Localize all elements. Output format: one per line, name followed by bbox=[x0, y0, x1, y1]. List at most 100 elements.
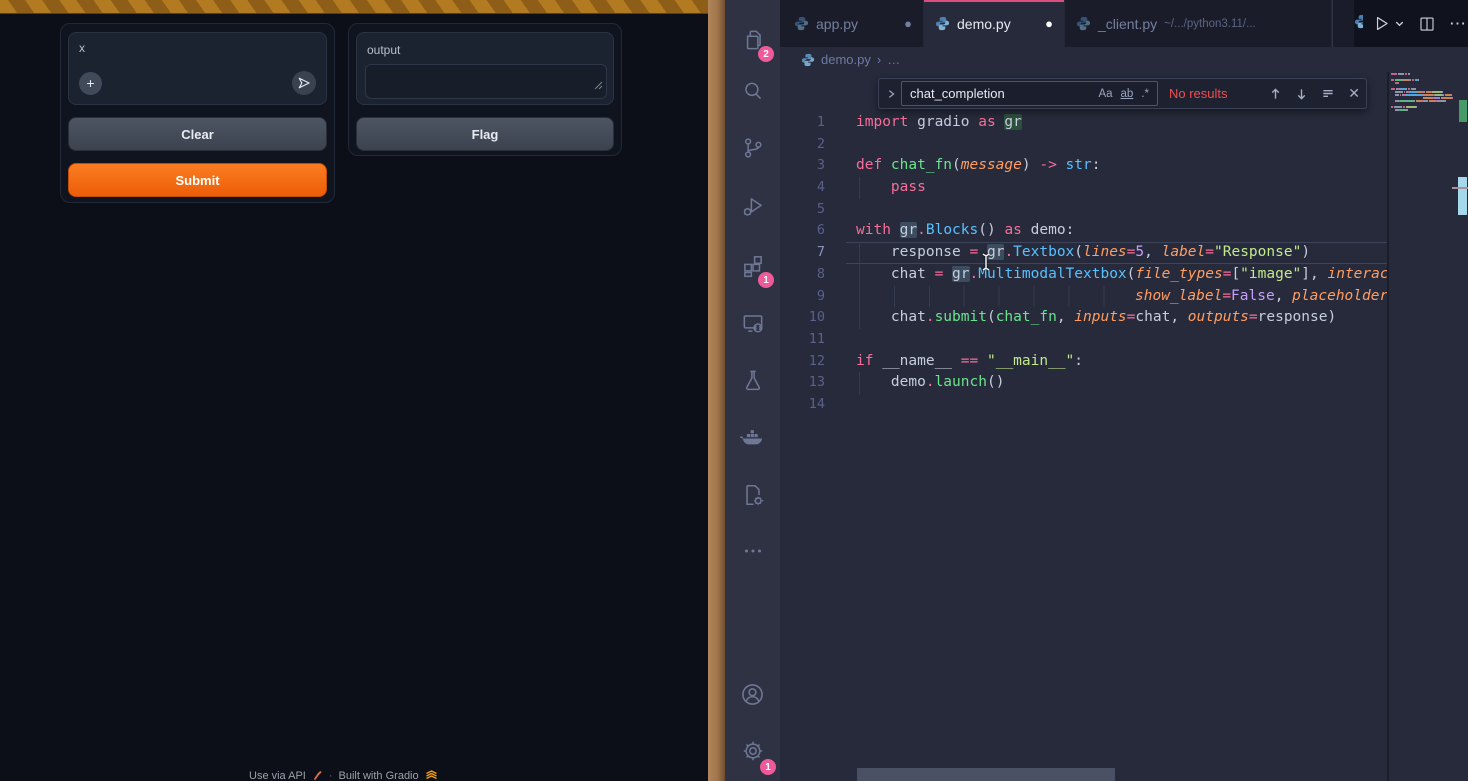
tabbar-separator bbox=[1332, 0, 1333, 47]
find-close-button[interactable]: ✕ bbox=[1348, 85, 1360, 102]
code-text bbox=[846, 199, 856, 221]
code-line-10[interactable]: 10 chat.submit(chat_fn, inputs=chat, out… bbox=[780, 307, 1387, 329]
find-expand-toggle[interactable] bbox=[883, 88, 899, 100]
sidebar-item-explorer[interactable]: 2 bbox=[725, 17, 780, 63]
code-line-4[interactable]: 4 pass bbox=[780, 177, 1387, 199]
line-number[interactable]: 9 bbox=[780, 286, 846, 308]
sidebar-item-task-config[interactable] bbox=[725, 472, 780, 518]
built-with-gradio-link[interactable]: Built with Gradio bbox=[339, 770, 419, 781]
tab-app-py[interactable]: app.py ● bbox=[783, 0, 924, 47]
sidebar-item-testing[interactable] bbox=[725, 357, 780, 403]
submit-button[interactable]: Submit bbox=[68, 163, 327, 197]
overview-ruler[interactable] bbox=[1458, 0, 1468, 781]
gradio-footer: Use via API · Built with Gradio bbox=[249, 768, 438, 781]
clear-button[interactable]: Clear bbox=[68, 117, 327, 151]
sidebar-item-remote-explorer[interactable] bbox=[725, 300, 780, 346]
send-button[interactable] bbox=[292, 71, 316, 95]
breadcrumb-more[interactable]: … bbox=[887, 52, 900, 67]
tab-demo-py[interactable]: demo.py ● bbox=[924, 0, 1065, 47]
code-editor[interactable]: 1import gradio as gr23def chat_fn(messag… bbox=[780, 72, 1387, 781]
code-text: pass bbox=[846, 177, 926, 199]
line-number[interactable]: 2 bbox=[780, 134, 846, 156]
modified-dot[interactable]: ● bbox=[1045, 19, 1053, 29]
code-line-2[interactable]: 2 bbox=[780, 134, 1387, 156]
minimap-border bbox=[1387, 72, 1389, 781]
code-line-11[interactable]: 11 bbox=[780, 329, 1387, 351]
output-textarea[interactable] bbox=[365, 64, 607, 99]
line-number[interactable]: 4 bbox=[780, 177, 846, 199]
ruler-visible-range-marker bbox=[1458, 177, 1467, 215]
input-group: x + Clear Submit bbox=[60, 23, 335, 203]
line-number[interactable]: 11 bbox=[780, 329, 846, 351]
find-next-button[interactable] bbox=[1295, 87, 1308, 101]
line-number[interactable]: 6 bbox=[780, 220, 846, 242]
multimodal-textbox[interactable]: x + bbox=[68, 32, 327, 105]
line-number[interactable]: 13 bbox=[780, 372, 846, 394]
code-text bbox=[846, 394, 856, 416]
line-number[interactable]: 14 bbox=[780, 394, 846, 416]
sidebar-item-source-control[interactable] bbox=[725, 125, 780, 171]
code-line-1[interactable]: 1import gradio as gr bbox=[780, 112, 1387, 134]
code-line-12[interactable]: 12if __name__ == "__main__": bbox=[780, 351, 1387, 373]
breadcrumb[interactable]: demo.py › … bbox=[780, 47, 1468, 72]
horizontal-scrollbar[interactable] bbox=[857, 768, 1115, 781]
file-gear-icon bbox=[740, 482, 766, 508]
sidebar-item-run-debug[interactable] bbox=[725, 184, 780, 230]
code-line-6[interactable]: 6with gr.Blocks() as demo: bbox=[780, 220, 1387, 242]
match-case-toggle[interactable]: Aa bbox=[1094, 87, 1116, 101]
resize-handle[interactable] bbox=[594, 77, 603, 95]
split-editor-icon bbox=[1418, 15, 1436, 33]
code-line-5[interactable]: 5 bbox=[780, 199, 1387, 221]
line-number[interactable]: 3 bbox=[780, 155, 846, 177]
settings-button[interactable]: 1 bbox=[725, 728, 780, 774]
flag-button[interactable]: Flag bbox=[356, 117, 614, 151]
use-via-api-link[interactable]: Use via API bbox=[249, 770, 306, 781]
ruler-selection-marker bbox=[1459, 100, 1467, 122]
code-line-14[interactable]: 14 bbox=[780, 394, 1387, 416]
code-text: chat = gr.MultimodalTextbox(file_types=[… bbox=[846, 264, 1387, 286]
line-number[interactable]: 1 bbox=[780, 112, 846, 134]
tab-client-py[interactable]: _client.py ~/.../python3.11/... bbox=[1065, 0, 1332, 47]
find-previous-button[interactable] bbox=[1269, 87, 1282, 101]
progress-stripe-bar bbox=[0, 0, 710, 14]
chevron-down-icon bbox=[1394, 18, 1405, 29]
python-icon bbox=[935, 16, 950, 31]
find-in-selection-button[interactable] bbox=[1321, 87, 1335, 100]
minimap[interactable] bbox=[1391, 73, 1455, 115]
code-line-9[interactable]: 9show_label=False, placeholder= bbox=[780, 286, 1387, 308]
attach-file-button[interactable]: + bbox=[79, 72, 102, 95]
account-button[interactable] bbox=[725, 671, 780, 717]
sidebar-item-extensions[interactable]: 1 bbox=[725, 243, 780, 289]
code-line-13[interactable]: 13 demo.launch() bbox=[780, 372, 1387, 394]
line-number[interactable]: 7 bbox=[780, 242, 846, 264]
editor-actions: ⋯ bbox=[1354, 0, 1468, 47]
run-debug-icon bbox=[740, 194, 766, 220]
regex-toggle[interactable]: .* bbox=[1137, 87, 1153, 101]
line-number[interactable]: 8 bbox=[780, 264, 846, 286]
find-input[interactable] bbox=[910, 86, 1094, 101]
send-icon bbox=[296, 75, 312, 91]
gradio-app-window: x + Clear Submit output Flag Use via API bbox=[0, 0, 710, 781]
line-number[interactable]: 5 bbox=[780, 199, 846, 221]
run-python-file-button[interactable] bbox=[1372, 14, 1405, 33]
modified-dot[interactable]: ● bbox=[904, 19, 912, 29]
line-number[interactable]: 12 bbox=[780, 351, 846, 373]
footer-separator: · bbox=[329, 770, 333, 781]
more-actions-button[interactable]: ⋯ bbox=[1449, 14, 1467, 34]
whole-word-toggle[interactable]: ab bbox=[1117, 87, 1138, 101]
sidebar-item-more[interactable] bbox=[725, 528, 780, 574]
code-text: import gradio as gr bbox=[846, 112, 1022, 134]
breadcrumb-file[interactable]: demo.py bbox=[821, 52, 871, 67]
tab-label: _client.py bbox=[1098, 16, 1157, 32]
sidebar-item-search[interactable] bbox=[725, 68, 780, 114]
sidebar-item-docker[interactable] bbox=[725, 415, 780, 461]
desktop-wallpaper-strip bbox=[708, 0, 725, 781]
split-editor-button[interactable] bbox=[1418, 15, 1436, 33]
overflow-tab-python-icon[interactable] bbox=[1354, 14, 1363, 34]
code-line-7[interactable]: 7 response = gr.Textbox(lines=5, label="… bbox=[780, 242, 1387, 264]
find-nav: ✕ bbox=[1269, 85, 1360, 102]
code-line-3[interactable]: 3def chat_fn(message) -> str: bbox=[780, 155, 1387, 177]
output-textbox-block: output bbox=[356, 32, 614, 105]
code-line-8[interactable]: 8 chat = gr.MultimodalTextbox(file_types… bbox=[780, 264, 1387, 286]
line-number[interactable]: 10 bbox=[780, 307, 846, 329]
